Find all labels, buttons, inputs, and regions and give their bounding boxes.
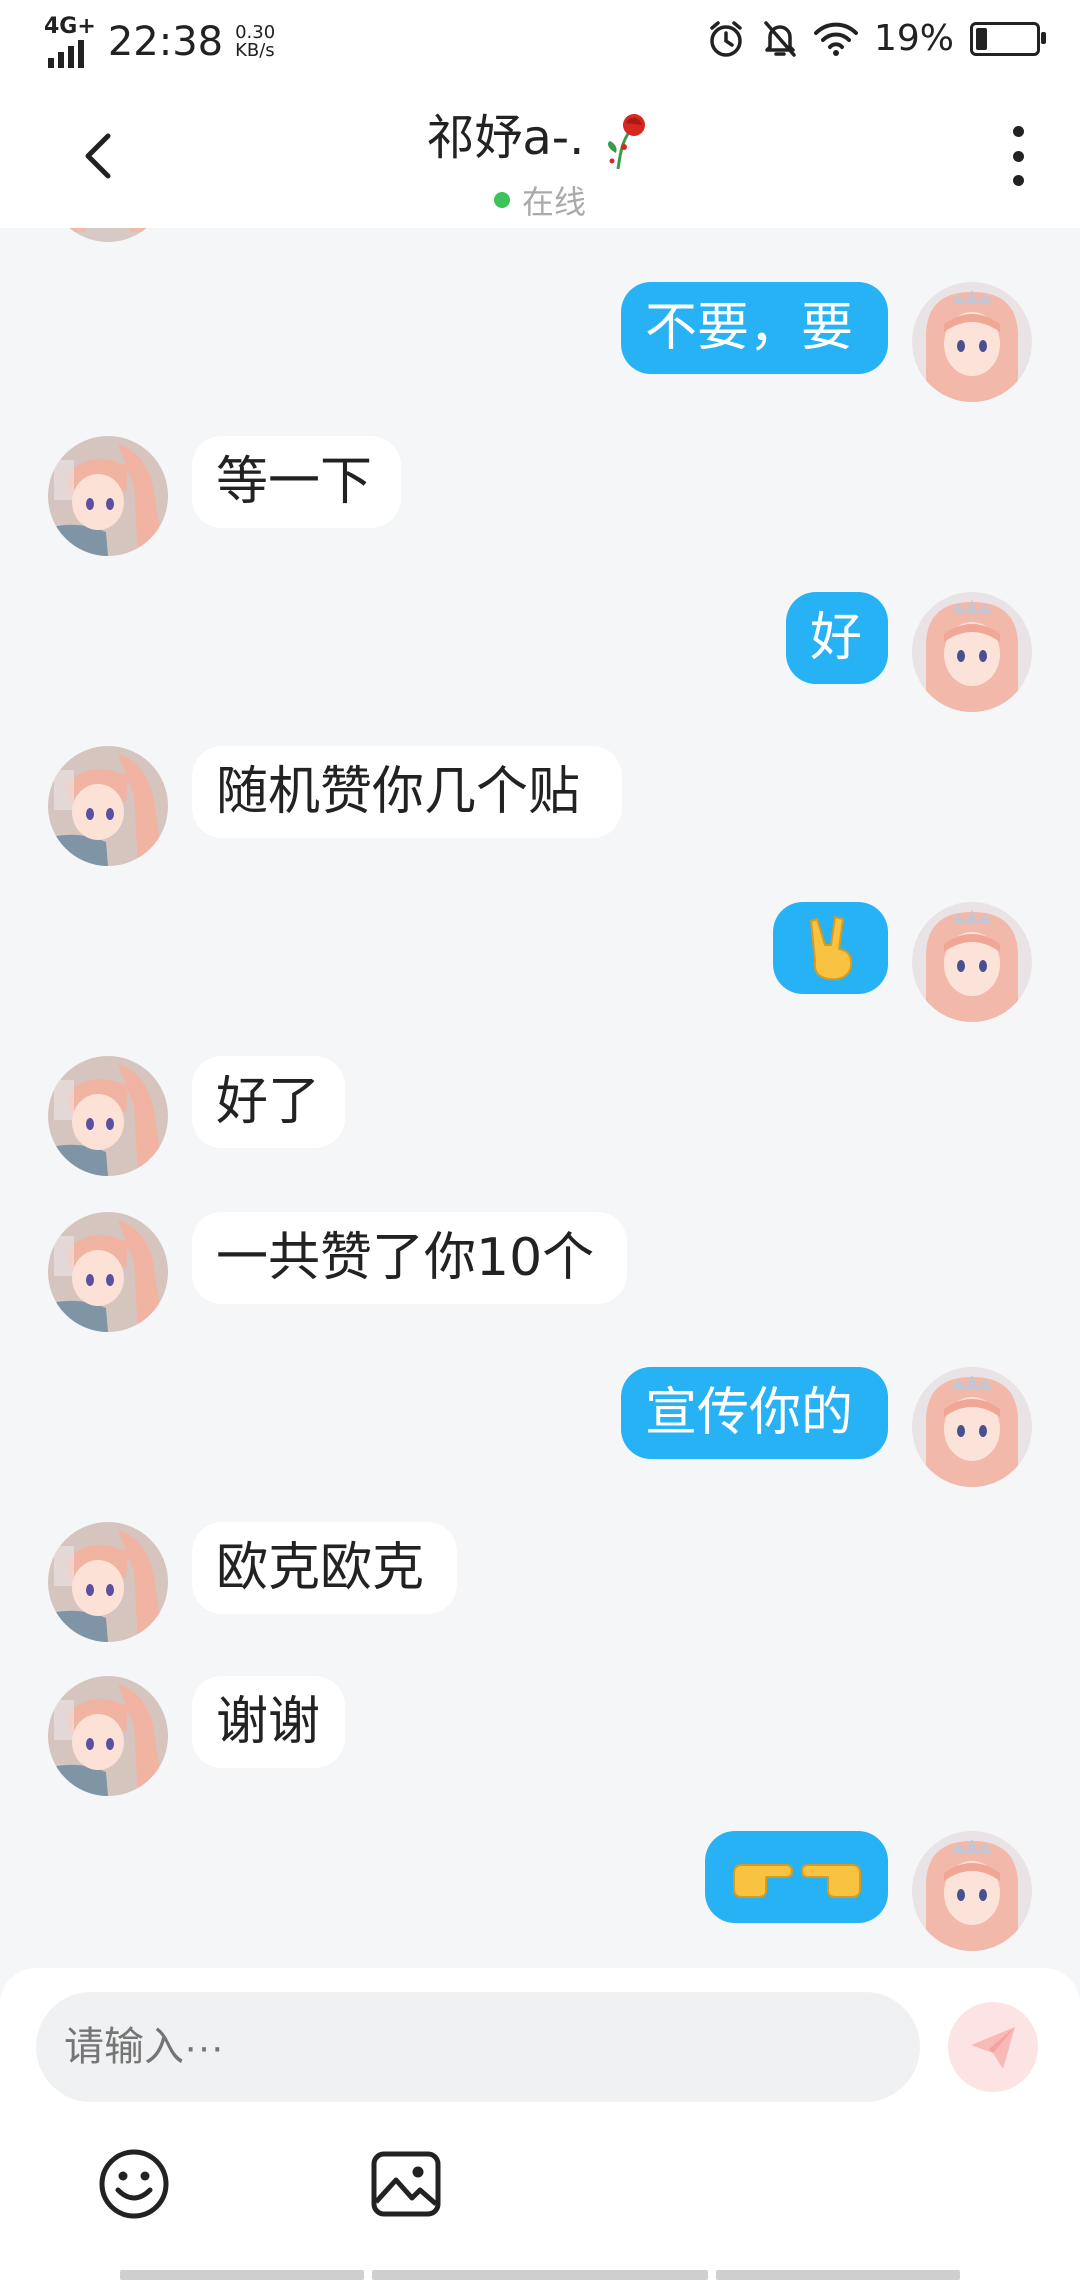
wifi-icon bbox=[813, 22, 858, 56]
title-block: 祁妤a-. 在线 bbox=[0, 98, 1080, 223]
mute-bell-icon bbox=[764, 20, 796, 57]
message-bubble-outgoing[interactable]: 好 bbox=[786, 592, 888, 684]
battery-icon bbox=[970, 21, 1046, 56]
contact-name: 祁妤a-. bbox=[426, 110, 585, 166]
more-icon[interactable] bbox=[1008, 126, 1028, 186]
message-bubble-incoming[interactable]: 欧克欧克 bbox=[192, 1522, 457, 1614]
message-input[interactable] bbox=[36, 1992, 920, 2102]
alarm-icon bbox=[710, 20, 742, 57]
avatar-self[interactable] bbox=[912, 592, 1032, 712]
message-bubble-incoming[interactable]: 好了 bbox=[192, 1056, 345, 1148]
message-bubble-outgoing[interactable] bbox=[705, 1831, 888, 1923]
nav-gesture-bar bbox=[372, 2270, 708, 2280]
send-icon bbox=[971, 2027, 1015, 2069]
message-bubble-incoming[interactable]: 谢谢 bbox=[192, 1676, 345, 1768]
avatar-self[interactable] bbox=[912, 902, 1032, 1022]
message-bubble-incoming[interactable]: 随机赞你几个贴 bbox=[192, 746, 622, 838]
message-bubble-outgoing[interactable]: 宣传你的 bbox=[621, 1367, 888, 1459]
rose-icon bbox=[607, 114, 645, 170]
avatar-partial bbox=[48, 228, 168, 242]
avatar-self[interactable] bbox=[912, 1831, 1032, 1951]
nav-gesture-bar bbox=[120, 2270, 364, 2280]
avatar-contact[interactable] bbox=[48, 1676, 168, 1796]
avatar-contact[interactable] bbox=[48, 1056, 168, 1176]
online-dot bbox=[493, 192, 510, 208]
status-bar: 4G+ 22:38 0.30 KB/s 19% bbox=[0, 0, 1080, 84]
battery-fill bbox=[976, 27, 987, 50]
status-right: 19% bbox=[706, 18, 1046, 59]
message-bubble-incoming[interactable]: 等一下 bbox=[192, 436, 401, 528]
signal-icon bbox=[48, 38, 96, 68]
online-status: 在线 bbox=[0, 177, 1080, 223]
victory-hand-icon bbox=[809, 916, 852, 981]
network-type: 4G+ bbox=[44, 14, 96, 39]
status-time: 22:38 bbox=[107, 19, 224, 65]
chat-header: 祁妤a-. 在线 bbox=[0, 84, 1080, 228]
pointing-left-icon bbox=[800, 1864, 861, 1898]
pointing-right-icon bbox=[732, 1864, 793, 1898]
message-list[interactable]: 不要，要 等一下 好 随机赞你几个贴 好了 一共赞了你10个 宣传你的 欧克欧克… bbox=[0, 228, 1080, 1968]
avatar-self[interactable] bbox=[912, 1367, 1032, 1487]
compose-bar bbox=[0, 1968, 1080, 2280]
emoji-icon[interactable] bbox=[96, 2146, 172, 2222]
message-bubble-outgoing[interactable]: 不要，要 bbox=[621, 282, 888, 374]
status-left: 4G+ 22:38 0.30 KB/s bbox=[44, 16, 275, 68]
image-icon[interactable] bbox=[368, 2146, 444, 2222]
avatar-contact[interactable] bbox=[48, 1522, 168, 1642]
avatar-self[interactable] bbox=[912, 282, 1032, 402]
contact-title[interactable]: 祁妤a-. bbox=[0, 98, 1080, 171]
battery-percent: 19% bbox=[873, 18, 954, 59]
speed-unit: KB/s bbox=[235, 40, 275, 61]
network-speed: 0.30 KB/s bbox=[235, 24, 275, 60]
nav-gesture-bar bbox=[716, 2270, 960, 2280]
avatar-contact[interactable] bbox=[48, 746, 168, 866]
avatar-contact[interactable] bbox=[48, 1212, 168, 1332]
avatar-contact[interactable] bbox=[48, 436, 168, 556]
message-bubble-incoming[interactable]: 一共赞了你10个 bbox=[192, 1212, 627, 1304]
online-text: 在线 bbox=[521, 183, 586, 221]
message-bubble-outgoing[interactable] bbox=[773, 902, 888, 994]
send-button[interactable] bbox=[948, 2002, 1038, 2092]
